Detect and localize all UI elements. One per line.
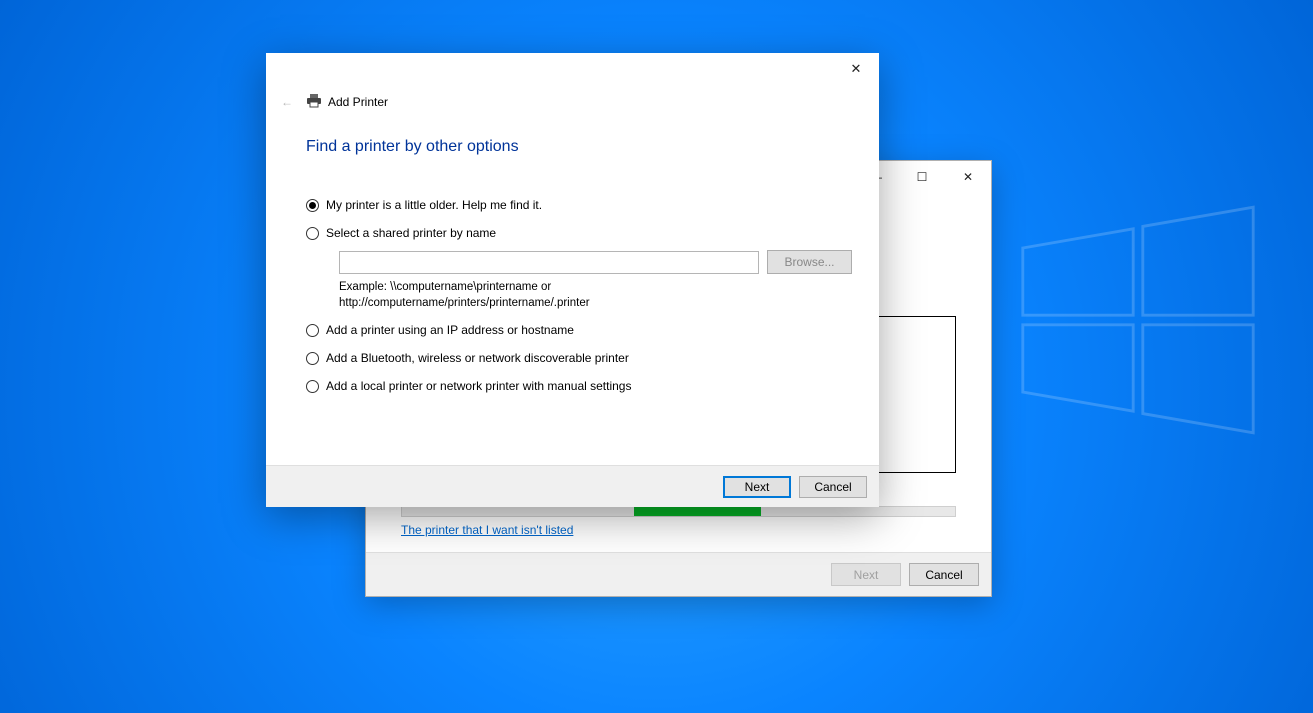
option-local-printer[interactable]: Add a local printer or network printer w… [306,379,855,393]
wizard-nav: ← Add Printer [276,91,388,113]
option-older-printer[interactable]: My printer is a little older. Help me fi… [306,198,855,212]
back-arrow-icon: ← [281,95,293,109]
option-label: Add a Bluetooth, wireless or network dis… [326,351,629,365]
cancel-button[interactable]: Cancel [799,476,867,498]
dialog-footer: Next Cancel [366,552,991,596]
example-text: Example: \\computername\printername or h… [339,280,855,311]
cancel-button[interactable]: Cancel [909,563,979,586]
radio-older[interactable] [306,199,319,212]
maximize-icon: ☐ [917,170,928,184]
progress-fill [634,507,761,516]
shared-printer-subpanel: Browse... Example: \\computername\printe… [339,250,855,311]
page-heading: Find a printer by other options [306,138,519,156]
radio-tcpip[interactable] [306,324,319,337]
maximize-button[interactable]: ☐ [899,162,945,192]
radio-local[interactable] [306,380,319,393]
option-label: Select a shared printer by name [326,226,496,240]
back-button[interactable]: ← [276,91,298,113]
shared-printer-input [339,251,759,274]
option-label: Add a local printer or network printer w… [326,379,631,393]
close-button[interactable]: ✕ [833,54,879,84]
titlebar: ✕ [266,53,879,85]
option-shared-printer[interactable]: Select a shared printer by name [306,226,855,240]
windows-logo-icon [1018,200,1258,440]
desktop-background: — ☐ ✕ The printer that I want isn't list… [0,0,1313,713]
close-icon: ✕ [963,170,973,184]
next-button[interactable]: Next [723,476,791,498]
browse-button: Browse... [767,250,852,274]
printer-not-listed-link[interactable]: The printer that I want isn't listed [401,523,573,537]
add-printer-window: ✕ ← Add Printer Find a printer by other … [266,53,879,507]
close-icon: ✕ [851,61,862,77]
wizard-title-text: Add Printer [328,95,388,109]
option-label: My printer is a little older. Help me fi… [326,198,542,212]
option-tcpip-printer[interactable]: Add a printer using an IP address or hos… [306,323,855,337]
radio-shared[interactable] [306,227,319,240]
option-label: Add a printer using an IP address or hos… [326,323,574,337]
printer-icon [306,94,322,111]
options-group: My printer is a little older. Help me fi… [306,198,855,407]
search-progress [401,506,956,517]
next-button: Next [831,563,901,586]
dialog-footer: Next Cancel [266,465,879,507]
close-button[interactable]: ✕ [945,162,991,192]
wizard-title: Add Printer [306,94,388,111]
option-wireless-printer[interactable]: Add a Bluetooth, wireless or network dis… [306,351,855,365]
radio-wireless[interactable] [306,352,319,365]
